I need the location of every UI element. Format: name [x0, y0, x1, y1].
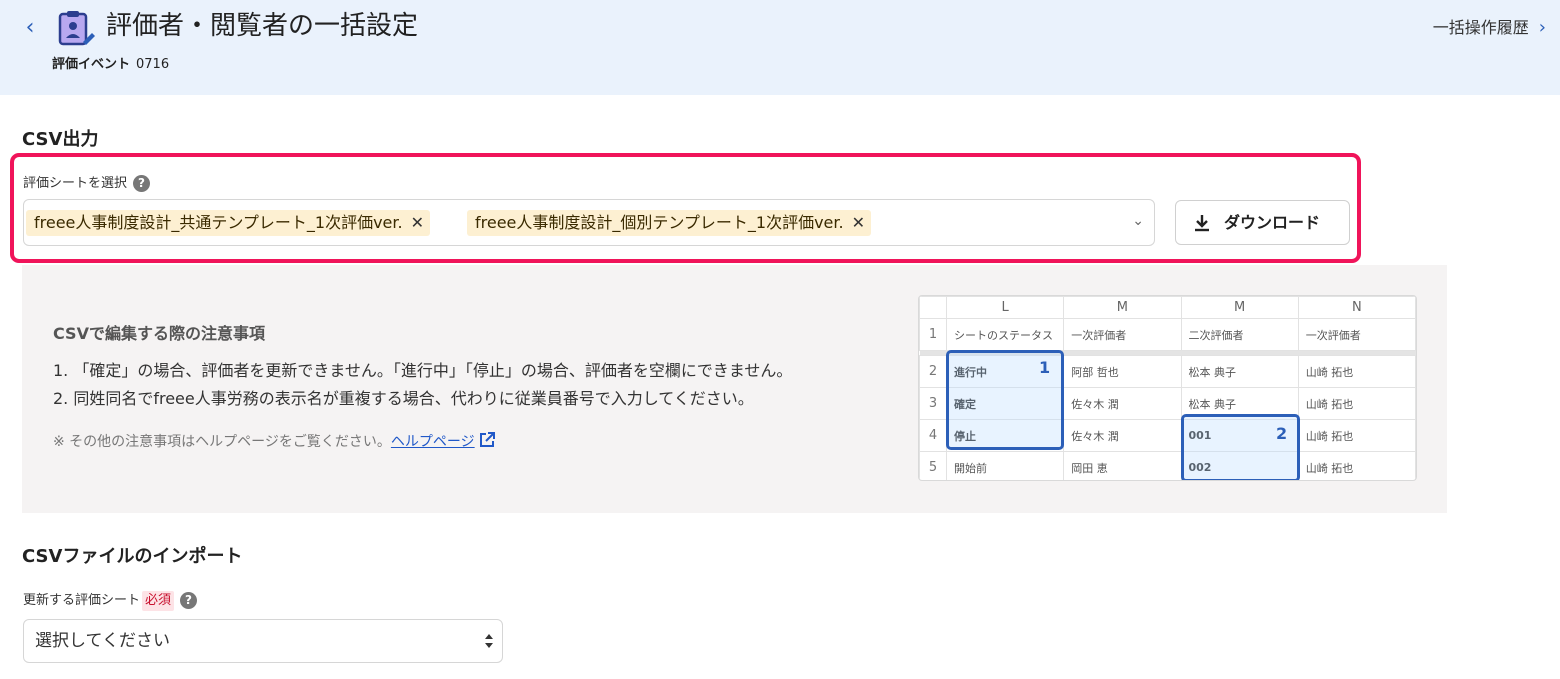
- table-cell: 一次評価者: [1063, 318, 1182, 351]
- bulk-history-link[interactable]: 一括操作履歴 ›: [1433, 16, 1546, 40]
- event-subtitle: 評価イベント 0716: [52, 55, 169, 75]
- close-icon[interactable]: ✕: [852, 210, 865, 236]
- download-label: ダウンロード: [1224, 213, 1321, 232]
- column-header: L: [945, 296, 1065, 319]
- column-header: M: [1180, 296, 1299, 319]
- table-cell: 山崎 拓也: [1297, 387, 1416, 420]
- chevron-down-icon: ⌄: [1132, 213, 1144, 229]
- close-icon[interactable]: ✕: [411, 210, 424, 236]
- corner-cell: [919, 296, 947, 319]
- table-cell: シートのステータス: [945, 318, 1065, 351]
- clipboard-user-edit-icon: [58, 11, 95, 46]
- spreadsheet-example: L M M N 1 シートのステータス 一次評価者 二次評価者 一次評価者 2 …: [918, 295, 1417, 481]
- table-cell: 一次評価者: [1297, 318, 1416, 351]
- row-number: 1: [919, 318, 947, 351]
- notes-panel: CSVで編集する際の注意事項 1. 「確定」の場合、評価者を更新できません。「進…: [22, 265, 1447, 513]
- page-header: ‹ 評価者・閲覧者の一括設定 評価イベント 0716 一括操作履歴 ›: [0, 0, 1560, 95]
- table-cell: 山崎 拓也: [1297, 355, 1416, 388]
- table-row: 1 シートのステータス 一次評価者 二次評価者 一次評価者: [919, 318, 1416, 351]
- chip-label: freee人事制度設計_個別テンプレート_1次評価ver.: [475, 213, 844, 232]
- chip-label: freee人事制度設計_共通テンプレート_1次評価ver.: [34, 213, 403, 232]
- page-title: 評価者・閲覧者の一括設定: [106, 11, 419, 41]
- row-number: 4: [919, 419, 947, 452]
- chevron-left-icon: ‹: [25, 15, 35, 40]
- column-header: N: [1297, 296, 1416, 319]
- table-cell: 岡田 恵: [1063, 451, 1182, 480]
- callout-badge-1: 1: [1039, 358, 1051, 377]
- update-sheet-select[interactable]: 選択してください: [23, 619, 503, 663]
- history-link-label: 一括操作履歴: [1432, 18, 1529, 37]
- column-header-row: L M M N: [919, 296, 1416, 319]
- back-button[interactable]: ‹: [18, 14, 42, 42]
- csv-output-title: CSV出力: [22, 129, 99, 150]
- sheet-select-label-text: 評価シートを選択: [23, 176, 128, 191]
- table-cell: 佐々木 潤: [1063, 387, 1182, 420]
- note-item: 1. 「確定」の場合、評価者を更新できません。「進行中」「停止」の場合、評価者を…: [53, 361, 793, 380]
- help-page-link[interactable]: ヘルプページ: [391, 434, 475, 450]
- callout-badge-2: 2: [1276, 424, 1288, 443]
- help-icon[interactable]: ?: [133, 175, 151, 192]
- update-sheet-label-text: 更新する評価シート: [23, 593, 141, 608]
- notes-title: CSVで編集する際の注意事項: [53, 324, 265, 343]
- footnote-text: ※ その他の注意事項はヘルプページをご覧ください。: [53, 434, 391, 450]
- csv-import-title: CSVファイルのインポート: [22, 546, 243, 567]
- table-cell: 開始前: [945, 451, 1065, 480]
- column-header: M: [1063, 296, 1182, 319]
- event-label: 評価イベント: [52, 57, 131, 72]
- required-badge: 必須: [142, 591, 175, 611]
- row-number: 2: [919, 355, 947, 388]
- table-cell: 山崎 拓也: [1297, 451, 1416, 480]
- download-button[interactable]: ダウンロード: [1175, 200, 1350, 245]
- sheet-multiselect[interactable]: freee人事制度設計_共通テンプレート_1次評価ver. ✕ freee人事制度…: [23, 199, 1155, 246]
- note-item: 2. 同姓同名でfreee人事労務の表示名が重複する場合、代わりに従業員番号で入…: [53, 389, 754, 408]
- select-arrows-icon: [485, 634, 493, 648]
- external-link-icon[interactable]: [478, 431, 496, 449]
- table-cell: 阿部 哲也: [1063, 355, 1182, 388]
- row-number: 3: [919, 387, 947, 420]
- table-cell: 二次評価者: [1180, 318, 1299, 351]
- download-icon: [1195, 215, 1209, 232]
- select-value: 選択してください: [35, 631, 170, 651]
- table-cell: 松本 典子: [1180, 355, 1299, 388]
- notes-footnote: ※ その他の注意事項はヘルプページをご覧ください。ヘルプページ: [53, 431, 496, 453]
- update-sheet-label: 更新する評価シート 必須?: [23, 591, 198, 611]
- table-cell: 山崎 拓也: [1297, 419, 1416, 452]
- help-icon[interactable]: ?: [180, 592, 198, 609]
- sheet-select-label: 評価シートを選択?: [23, 175, 151, 193]
- event-name: 0716: [136, 57, 170, 72]
- selected-sheet-chip: freee人事制度設計_個別テンプレート_1次評価ver. ✕: [467, 210, 872, 236]
- selected-sheet-chip: freee人事制度設計_共通テンプレート_1次評価ver. ✕: [26, 210, 431, 236]
- row-number: 5: [919, 451, 947, 480]
- table-row: 5 開始前 岡田 恵 002 山崎 拓也: [919, 451, 1416, 480]
- table-cell: 佐々木 潤: [1063, 419, 1182, 452]
- chevron-right-icon: ›: [1538, 17, 1546, 38]
